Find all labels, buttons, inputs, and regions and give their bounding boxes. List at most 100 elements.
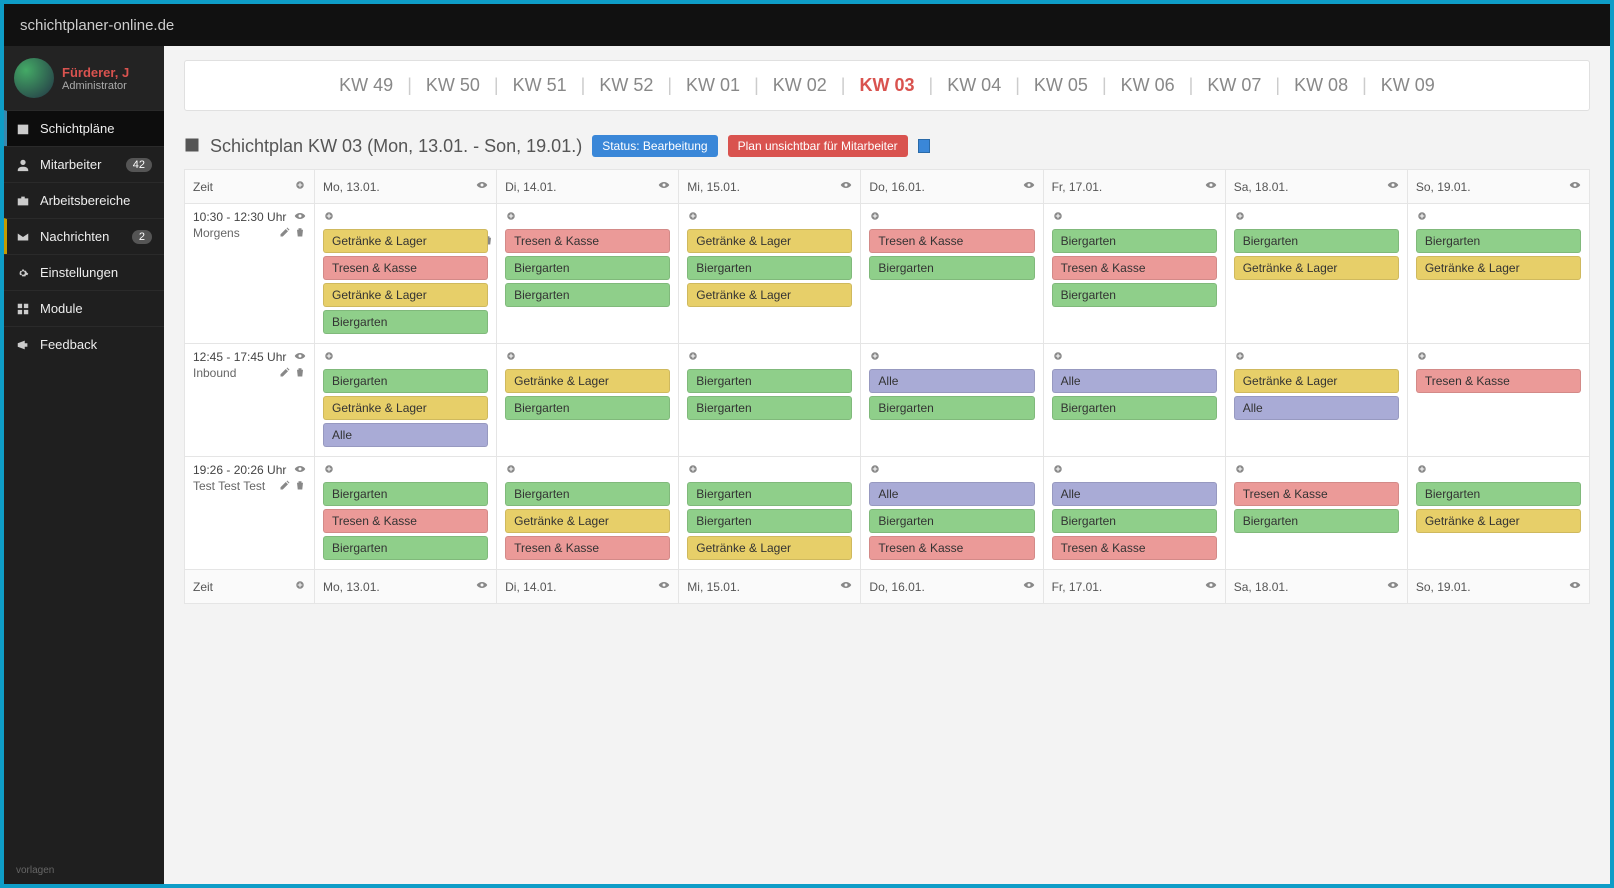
document-icon[interactable] bbox=[918, 139, 930, 153]
shift-block[interactable]: Getränke & Lager bbox=[687, 229, 852, 253]
shift-block[interactable]: Biergarten bbox=[1052, 283, 1217, 307]
shift-block[interactable]: Biergarten bbox=[869, 396, 1034, 420]
shift-block[interactable]: Biergarten bbox=[1234, 509, 1399, 533]
week-kw05[interactable]: KW 05 bbox=[1024, 75, 1098, 96]
shift-block[interactable]: Biergarten bbox=[323, 369, 488, 393]
shift-block[interactable]: Tresen & Kasse bbox=[1416, 369, 1581, 393]
eye-icon[interactable] bbox=[1569, 579, 1581, 594]
shift-block[interactable]: Getränke & Lager bbox=[505, 509, 670, 533]
add-icon[interactable] bbox=[294, 579, 306, 594]
add-shift-icon[interactable] bbox=[505, 351, 517, 365]
shift-block[interactable]: Tresen & Kasse bbox=[1052, 536, 1217, 560]
eye-icon[interactable] bbox=[658, 579, 670, 594]
eye-icon[interactable] bbox=[1387, 579, 1399, 594]
add-shift-icon[interactable] bbox=[1234, 464, 1246, 478]
shift-block[interactable]: Biergarten bbox=[505, 256, 670, 280]
eye-icon[interactable] bbox=[1387, 179, 1399, 194]
shift-block[interactable]: Tresen & Kasse bbox=[505, 536, 670, 560]
shift-block[interactable]: Biergarten bbox=[869, 256, 1034, 280]
add-shift-icon[interactable] bbox=[1416, 211, 1428, 225]
shift-block[interactable]: Tresen & Kasse bbox=[505, 229, 670, 253]
shift-block[interactable]: Biergarten bbox=[687, 482, 852, 506]
add-shift-icon[interactable] bbox=[1416, 464, 1428, 478]
add-shift-icon[interactable] bbox=[869, 351, 881, 365]
shift-block[interactable]: Alle bbox=[1234, 396, 1399, 420]
add-icon[interactable] bbox=[294, 179, 306, 194]
status-badge[interactable]: Status: Bearbeitung bbox=[592, 135, 717, 157]
sidebar-item-feedback[interactable]: Feedback bbox=[4, 326, 164, 362]
shift-block[interactable]: Getränke & Lager bbox=[323, 229, 488, 253]
shift-block[interactable]: Getränke & Lager bbox=[1234, 369, 1399, 393]
shift-block[interactable]: Biergarten bbox=[1416, 229, 1581, 253]
edit-icon[interactable] bbox=[279, 479, 291, 494]
week-kw51[interactable]: KW 51 bbox=[503, 75, 577, 96]
shift-block[interactable]: Getränke & Lager bbox=[505, 369, 670, 393]
add-shift-icon[interactable] bbox=[1234, 211, 1246, 225]
sidebar-item-einstellungen[interactable]: Einstellungen bbox=[4, 254, 164, 290]
add-shift-icon[interactable] bbox=[1416, 351, 1428, 365]
shift-block[interactable]: Tresen & Kasse bbox=[323, 256, 488, 280]
eye-icon[interactable] bbox=[1205, 579, 1217, 594]
eye-icon[interactable] bbox=[476, 579, 488, 594]
add-shift-icon[interactable] bbox=[1052, 351, 1064, 365]
shift-block[interactable]: Biergarten bbox=[869, 509, 1034, 533]
add-shift-icon[interactable] bbox=[323, 464, 335, 478]
shift-block[interactable]: Alle bbox=[1052, 369, 1217, 393]
week-kw07[interactable]: KW 07 bbox=[1197, 75, 1271, 96]
week-kw52[interactable]: KW 52 bbox=[589, 75, 663, 96]
trash-icon[interactable] bbox=[294, 479, 306, 494]
shift-block[interactable]: Tresen & Kasse bbox=[869, 229, 1034, 253]
eye-icon[interactable] bbox=[476, 179, 488, 194]
shift-block[interactable]: Getränke & Lager bbox=[323, 396, 488, 420]
sidebar-item-schichtpläne[interactable]: Schichtpläne bbox=[4, 110, 164, 146]
shift-block[interactable]: Getränke & Lager bbox=[687, 536, 852, 560]
trash-icon[interactable] bbox=[294, 366, 306, 381]
shift-block[interactable]: Tresen & Kasse bbox=[1052, 256, 1217, 280]
shift-block[interactable]: Biergarten bbox=[1052, 229, 1217, 253]
add-shift-icon[interactable] bbox=[1234, 351, 1246, 365]
shift-block[interactable]: Getränke & Lager bbox=[1234, 256, 1399, 280]
shift-block[interactable]: Getränke & Lager bbox=[1416, 509, 1581, 533]
week-kw50[interactable]: KW 50 bbox=[416, 75, 490, 96]
shift-block[interactable]: Biergarten bbox=[1052, 396, 1217, 420]
add-shift-icon[interactable] bbox=[323, 211, 335, 225]
shift-block[interactable]: Biergarten bbox=[687, 256, 852, 280]
shift-block[interactable]: Biergarten bbox=[687, 396, 852, 420]
eye-icon[interactable] bbox=[1569, 179, 1581, 194]
week-kw49[interactable]: KW 49 bbox=[329, 75, 403, 96]
week-kw01[interactable]: KW 01 bbox=[676, 75, 750, 96]
eye-icon[interactable] bbox=[658, 179, 670, 194]
eye-icon[interactable] bbox=[294, 210, 306, 225]
shift-block[interactable]: Alle bbox=[869, 482, 1034, 506]
add-shift-icon[interactable] bbox=[687, 464, 699, 478]
shift-block[interactable]: Getränke & Lager bbox=[1416, 256, 1581, 280]
shift-block[interactable]: Tresen & Kasse bbox=[323, 509, 488, 533]
edit-icon[interactable] bbox=[279, 366, 291, 381]
week-kw06[interactable]: KW 06 bbox=[1111, 75, 1185, 96]
sidebar-item-nachrichten[interactable]: Nachrichten2 bbox=[4, 218, 164, 254]
week-kw03[interactable]: KW 03 bbox=[849, 75, 924, 96]
week-kw02[interactable]: KW 02 bbox=[763, 75, 837, 96]
week-kw08[interactable]: KW 08 bbox=[1284, 75, 1358, 96]
shift-block[interactable]: Biergarten bbox=[505, 396, 670, 420]
add-shift-icon[interactable] bbox=[323, 351, 335, 365]
eye-icon[interactable] bbox=[1205, 179, 1217, 194]
shift-block[interactable]: Biergarten bbox=[687, 369, 852, 393]
shift-block[interactable]: Biergarten bbox=[1052, 509, 1217, 533]
week-kw09[interactable]: KW 09 bbox=[1371, 75, 1445, 96]
visibility-badge[interactable]: Plan unsichtbar für Mitarbeiter bbox=[728, 135, 908, 157]
add-shift-icon[interactable] bbox=[505, 211, 517, 225]
sidebar-item-arbeitsbereiche[interactable]: Arbeitsbereiche bbox=[4, 182, 164, 218]
shift-block[interactable]: Alle bbox=[323, 423, 488, 447]
shift-block[interactable]: Tresen & Kasse bbox=[869, 536, 1034, 560]
trash-icon[interactable] bbox=[294, 226, 306, 241]
eye-icon[interactable] bbox=[840, 579, 852, 594]
shift-block[interactable]: Biergarten bbox=[505, 482, 670, 506]
add-shift-icon[interactable] bbox=[1052, 211, 1064, 225]
eye-icon[interactable] bbox=[294, 350, 306, 365]
shift-block[interactable]: Alle bbox=[1052, 482, 1217, 506]
eye-icon[interactable] bbox=[294, 463, 306, 478]
eye-icon[interactable] bbox=[1023, 579, 1035, 594]
shift-block[interactable]: Biergarten bbox=[323, 536, 488, 560]
shift-block[interactable]: Getränke & Lager bbox=[323, 283, 488, 307]
